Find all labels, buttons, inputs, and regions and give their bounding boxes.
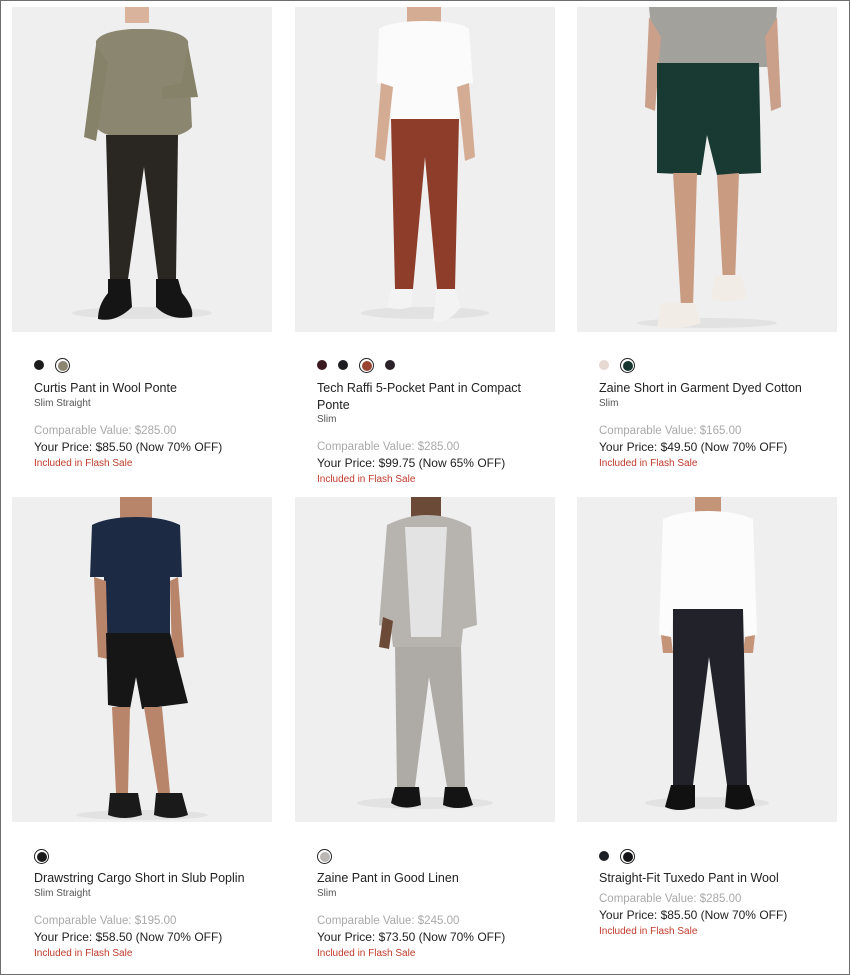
color-swatch-selected[interactable]	[620, 848, 635, 864]
your-price: Your Price: $73.50 (Now 70% OFF)	[317, 929, 506, 944]
flash-sale-label: Included in Flash Sale	[599, 457, 698, 469]
flash-sale-label: Included in Flash Sale	[599, 925, 698, 937]
product-fit: Slim	[317, 887, 337, 899]
product-info: Zaine Pant in Good Linen Slim Comparable…	[317, 870, 547, 963]
product-card[interactable]: Tech Raffi 5-Pocket Pant in Compact Pont…	[295, 7, 555, 487]
product-image[interactable]	[295, 7, 555, 332]
comparable-value: Comparable Value: $165.00	[599, 424, 742, 437]
color-swatches	[317, 847, 332, 865]
comparable-value: Comparable Value: $285.00	[317, 441, 460, 453]
color-swatch-selected[interactable]	[34, 848, 49, 864]
product-name[interactable]: Tech Raffi 5-Pocket Pant in Compact Pont…	[317, 380, 547, 413]
product-info: Tech Raffi 5-Pocket Pant in Compact Pont…	[317, 380, 547, 489]
color-swatch[interactable]	[599, 851, 609, 861]
product-fit: Slim	[317, 414, 337, 425]
color-swatch[interactable]	[338, 360, 348, 370]
product-name[interactable]: Curtis Pant in Wool Ponte	[34, 380, 264, 397]
color-swatch[interactable]	[385, 360, 395, 370]
flash-sale-label: Included in Flash Sale	[34, 457, 133, 469]
product-card[interactable]: Straight-Fit Tuxedo Pant in Wool Compara…	[577, 497, 837, 972]
comparable-value: Comparable Value: $245.00	[317, 914, 460, 927]
flash-sale-label: Included in Flash Sale	[317, 947, 416, 959]
your-price: Your Price: $58.50 (Now 70% OFF)	[34, 929, 223, 944]
product-name[interactable]: Zaine Short in Garment Dyed Cotton	[599, 380, 829, 397]
color-swatch-selected[interactable]	[317, 848, 332, 864]
comparable-value: Comparable Value: $285.00	[34, 424, 177, 437]
color-swatches	[34, 847, 49, 865]
flash-sale-label: Included in Flash Sale	[317, 474, 416, 485]
color-swatch-selected[interactable]	[359, 357, 374, 373]
color-swatch-selected[interactable]	[55, 357, 70, 373]
product-image[interactable]	[577, 497, 837, 822]
color-swatch[interactable]	[34, 360, 44, 370]
comparable-value: Comparable Value: $285.00	[599, 892, 742, 905]
comparable-value: Comparable Value: $195.00	[34, 914, 177, 927]
flash-sale-label: Included in Flash Sale	[34, 947, 133, 959]
product-info: Curtis Pant in Wool Ponte Slim Straight …	[34, 380, 264, 473]
product-card[interactable]: Zaine Short in Garment Dyed Cotton Slim …	[577, 7, 837, 487]
your-price: Your Price: $99.75 (Now 65% OFF)	[317, 456, 506, 470]
your-price: Your Price: $85.50 (Now 70% OFF)	[599, 907, 788, 922]
product-image[interactable]	[295, 497, 555, 822]
product-info: Straight-Fit Tuxedo Pant in Wool Compara…	[599, 870, 829, 941]
product-name[interactable]: Drawstring Cargo Short in Slub Poplin	[34, 870, 264, 887]
color-swatch[interactable]	[317, 360, 327, 370]
product-fit: Slim Straight	[34, 887, 91, 899]
product-name[interactable]: Zaine Pant in Good Linen	[317, 870, 547, 887]
product-fit: Slim Straight	[34, 397, 91, 409]
product-image[interactable]	[12, 497, 272, 822]
product-card[interactable]: Drawstring Cargo Short in Slub Poplin Sl…	[12, 497, 272, 972]
product-info: Zaine Short in Garment Dyed Cotton Slim …	[599, 380, 829, 473]
color-swatches	[599, 847, 635, 865]
product-grid: Curtis Pant in Wool Ponte Slim Straight …	[0, 0, 850, 975]
product-info: Drawstring Cargo Short in Slub Poplin Sl…	[34, 870, 264, 963]
your-price: Your Price: $49.50 (Now 70% OFF)	[599, 439, 788, 454]
color-swatches	[317, 356, 395, 374]
your-price: Your Price: $85.50 (Now 70% OFF)	[34, 439, 223, 454]
product-image[interactable]	[12, 7, 272, 332]
product-image[interactable]	[577, 7, 837, 332]
product-fit: Slim	[599, 397, 619, 409]
product-name[interactable]: Straight-Fit Tuxedo Pant in Wool	[599, 870, 829, 887]
product-card[interactable]: Zaine Pant in Good Linen Slim Comparable…	[295, 497, 555, 972]
color-swatches	[599, 356, 635, 374]
product-card[interactable]: Curtis Pant in Wool Ponte Slim Straight …	[12, 7, 272, 487]
color-swatch[interactable]	[599, 360, 609, 370]
color-swatches	[34, 356, 70, 374]
color-swatch-selected[interactable]	[620, 357, 635, 373]
